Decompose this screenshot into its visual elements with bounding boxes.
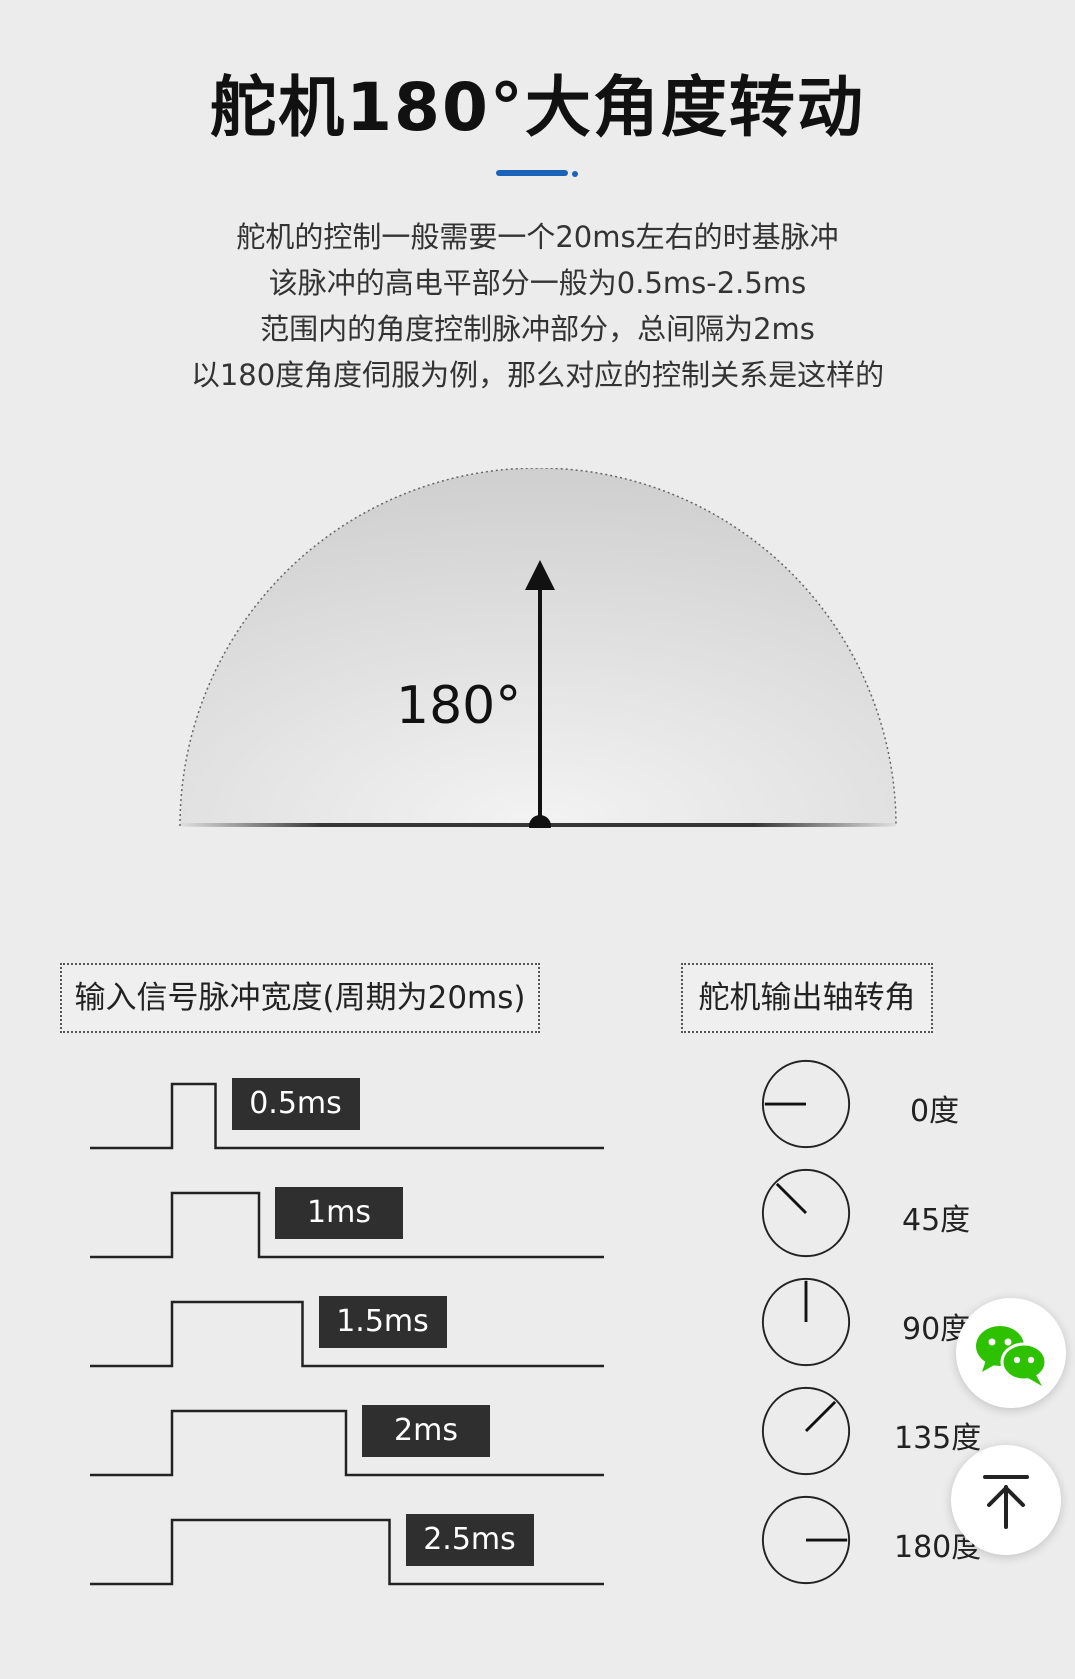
title-accent-bar: [496, 170, 568, 176]
rotation-range-semicircle: [178, 468, 898, 828]
pulse-width-tag: 2ms: [362, 1405, 490, 1457]
intro-line: 范围内的角度控制脉冲部分，总间隔为2ms: [260, 312, 815, 346]
intro-line: 该脉冲的高电平部分一般为0.5ms-2.5ms: [268, 266, 807, 300]
title-accent-dot: [572, 171, 578, 177]
pulse-width-tag: 1ms: [275, 1187, 403, 1239]
pulse-width-tag: 1.5ms: [318, 1296, 447, 1348]
dial-needle: [775, 1182, 808, 1215]
dial-angle-label: 0度: [910, 1094, 960, 1129]
pulse-waveform: [90, 1409, 604, 1477]
intro-text: 舵机的控制一般需要一个20ms左右的时基脉冲 该脉冲的高电平部分一般为0.5ms…: [0, 214, 1075, 398]
angle-dial: [761, 1277, 851, 1367]
semicircle-angle-label: 180°: [396, 676, 522, 736]
back-to-top-button[interactable]: [951, 1445, 1061, 1555]
angle-dial: [761, 1386, 851, 1476]
input-signal-label: 输入信号脉冲宽度(周期为20ms): [60, 963, 540, 1033]
page: 舵机180°大角度转动 舵机的控制一般需要一个20ms左右的时基脉冲 该脉冲的高…: [0, 0, 1075, 1679]
dial-angle-label: 45度: [902, 1203, 971, 1238]
dial-needle: [804, 1400, 837, 1433]
intro-line: 以180度角度伺服为例，那么对应的控制关系是这样的: [190, 358, 885, 392]
angle-dial: [761, 1495, 851, 1585]
angle-dial: [761, 1059, 851, 1149]
wechat-button[interactable]: [956, 1298, 1066, 1408]
wechat-icon: [976, 1326, 1048, 1386]
back-to-top-icon: [983, 1475, 1029, 1529]
pulse-width-tag: 2.5ms: [405, 1514, 534, 1566]
pulse-width-tag: 0.5ms: [231, 1078, 360, 1130]
page-title: 舵机180°大角度转动: [210, 69, 865, 146]
angle-dial: [761, 1168, 851, 1258]
intro-line: 舵机的控制一般需要一个20ms左右的时基脉冲: [236, 220, 839, 254]
output-angle-label: 舵机输出轴转角: [681, 963, 933, 1033]
